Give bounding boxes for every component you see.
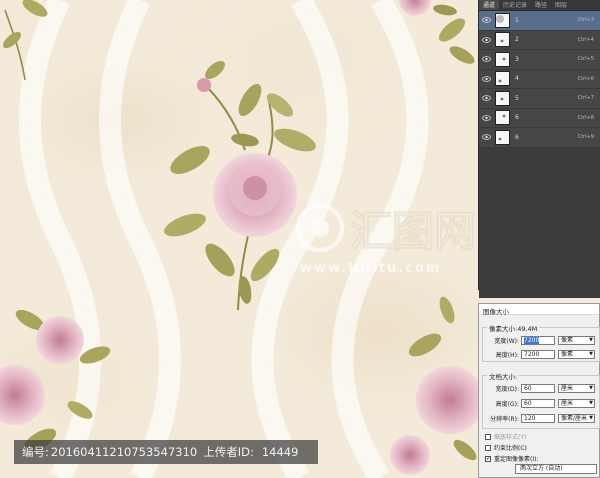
- channel-thumbnail: [495, 32, 510, 48]
- eye-icon[interactable]: [482, 113, 491, 122]
- eye-icon[interactable]: [482, 74, 491, 83]
- bottom-right-rose: [390, 296, 484, 475]
- checkbox-box: [485, 433, 491, 440]
- watermark-id-label: 编号:: [22, 445, 49, 459]
- channel-row[interactable]: 1 Ctrl+3: [479, 11, 600, 31]
- channel-row[interactable]: 6 Ctrl+8: [479, 109, 600, 128]
- resolution-input[interactable]: 120: [521, 414, 555, 423]
- channel-row[interactable]: 3 Ctrl+5: [479, 50, 600, 70]
- tab-paths[interactable]: 路径: [531, 0, 551, 10]
- channel-shortcut: Ctrl+4: [577, 36, 594, 43]
- channel-name: 6: [515, 133, 519, 141]
- panel-empty-area: [479, 147, 600, 298]
- document-size-group: 文档大小: 宽度(D): 60 厘米 ▼ 高度(G): 60 厘米 ▼ 分辨率(R)…: [482, 371, 600, 429]
- channel-shortcut: Ctrl+6: [577, 75, 594, 82]
- doc-width-label: 宽度(D):: [495, 386, 519, 393]
- tab-channels[interactable]: 通道: [479, 0, 500, 10]
- doc-height-unit-select[interactable]: 厘米 ▼: [558, 399, 595, 408]
- chevron-down-icon: ▼: [589, 337, 593, 343]
- channel-shortcut: Ctrl+9: [577, 134, 594, 141]
- channel-shortcut: Ctrl+5: [577, 56, 594, 63]
- channel-name: 6: [515, 114, 519, 122]
- channels-panel: 通道 历史记录 路径 图层 1 Ctrl+3 2 Ctrl+4 3 Ctrl+5 4 Ctrl…: [478, 0, 600, 298]
- width-input[interactable]: 7200: [521, 336, 555, 345]
- channel-list: 1 Ctrl+3 2 Ctrl+4 3 Ctrl+5 4 Ctrl+6 5 Ctrl+7 6 Ctrl…: [479, 11, 600, 298]
- channel-shortcut: Ctrl+8: [577, 114, 594, 121]
- checkbox-box: [485, 444, 491, 451]
- eye-icon[interactable]: [482, 35, 491, 44]
- resample-method-select[interactable]: 两次立方 (自动): [515, 464, 597, 474]
- watermark-uploader-label: 上传者ID:: [203, 445, 254, 459]
- channel-shortcut: Ctrl+7: [577, 95, 594, 102]
- channel-thumbnail: [495, 110, 510, 126]
- central-bouquet: [164, 61, 316, 311]
- width-label: 宽度(W):: [494, 338, 519, 345]
- height-input[interactable]: 7200: [521, 350, 555, 359]
- channel-name: 5: [515, 94, 519, 102]
- channel-shortcut: Ctrl+3: [577, 17, 594, 24]
- eye-icon[interactable]: [482, 55, 491, 64]
- channel-row[interactable]: 2 Ctrl+4: [479, 31, 600, 50]
- dialog-title: 图像大小: [479, 304, 599, 316]
- channel-thumbnail: [495, 129, 510, 145]
- chevron-down-icon: ▼: [589, 400, 593, 406]
- channel-thumbnail: [495, 51, 510, 67]
- channel-thumbnail: [495, 12, 510, 28]
- watermark-id-value: 20160411210753547310: [50, 445, 198, 459]
- watermark-uploader-value: 14449: [261, 445, 299, 459]
- tab-layers[interactable]: 图层: [551, 0, 571, 10]
- logo-url: www.Huitu.com: [300, 261, 441, 276]
- doc-height-label: 高度(G):: [495, 401, 519, 408]
- channel-name: 4: [515, 75, 519, 83]
- logo-text: 汇图网: [350, 207, 476, 256]
- pixel-dimensions-label: 像素大小:49.4M: [487, 323, 540, 333]
- height-unit-select[interactable]: 像素 ▼: [558, 350, 595, 359]
- panel-tabs: 通道 历史记录 路径 图层: [479, 0, 600, 11]
- channel-thumbnail: [495, 71, 510, 87]
- chevron-down-icon: ▼: [589, 351, 593, 357]
- checkbox-box: [485, 455, 491, 462]
- eye-icon[interactable]: [482, 94, 491, 103]
- resample-checkbox[interactable]: 重定图像像素(I):: [485, 454, 538, 463]
- channel-name: 2: [515, 36, 519, 44]
- doc-width-input[interactable]: 60: [521, 384, 555, 393]
- channel-name: 1: [515, 16, 519, 24]
- document-size-label: 文档大小:: [487, 371, 520, 381]
- channel-thumbnail: [495, 90, 510, 106]
- doc-height-input[interactable]: 60: [521, 399, 555, 408]
- pixel-dimensions-group: 像素大小:49.4M 宽度(W): 7200 像素 ▼ 高度(H): 7200 像…: [482, 323, 600, 362]
- doc-width-unit-select[interactable]: 厘米 ▼: [558, 384, 595, 393]
- height-label: 高度(H):: [495, 352, 519, 359]
- channel-name: 3: [515, 55, 519, 63]
- chevron-down-icon: ▼: [589, 385, 593, 391]
- width-unit-select[interactable]: 像素 ▼: [558, 336, 595, 345]
- tab-history[interactable]: 历史记录: [499, 0, 531, 10]
- chevron-down-icon: ▼: [589, 415, 593, 421]
- watermark-bar: 编号: 20160411210753547310 上传者ID: 14449: [14, 440, 318, 464]
- image-size-dialog: 图像大小 像素大小:49.4M 宽度(W): 7200 像素 ▼ 高度(H): 7…: [478, 303, 600, 478]
- resolution-label: 分辨率(R):: [490, 416, 519, 423]
- resolution-unit-select[interactable]: 像素/厘米 ▼: [558, 414, 595, 423]
- channel-row[interactable]: 4 Ctrl+6: [479, 70, 600, 89]
- eye-icon[interactable]: [482, 133, 491, 142]
- channel-row[interactable]: 6 Ctrl+9: [479, 128, 600, 148]
- constrain-proportions-checkbox[interactable]: 约束比例(C): [485, 443, 527, 452]
- scale-styles-checkbox[interactable]: 缩放样式(Y): [485, 432, 526, 441]
- channel-row[interactable]: 5 Ctrl+7: [479, 89, 600, 109]
- eye-icon[interactable]: [482, 16, 491, 25]
